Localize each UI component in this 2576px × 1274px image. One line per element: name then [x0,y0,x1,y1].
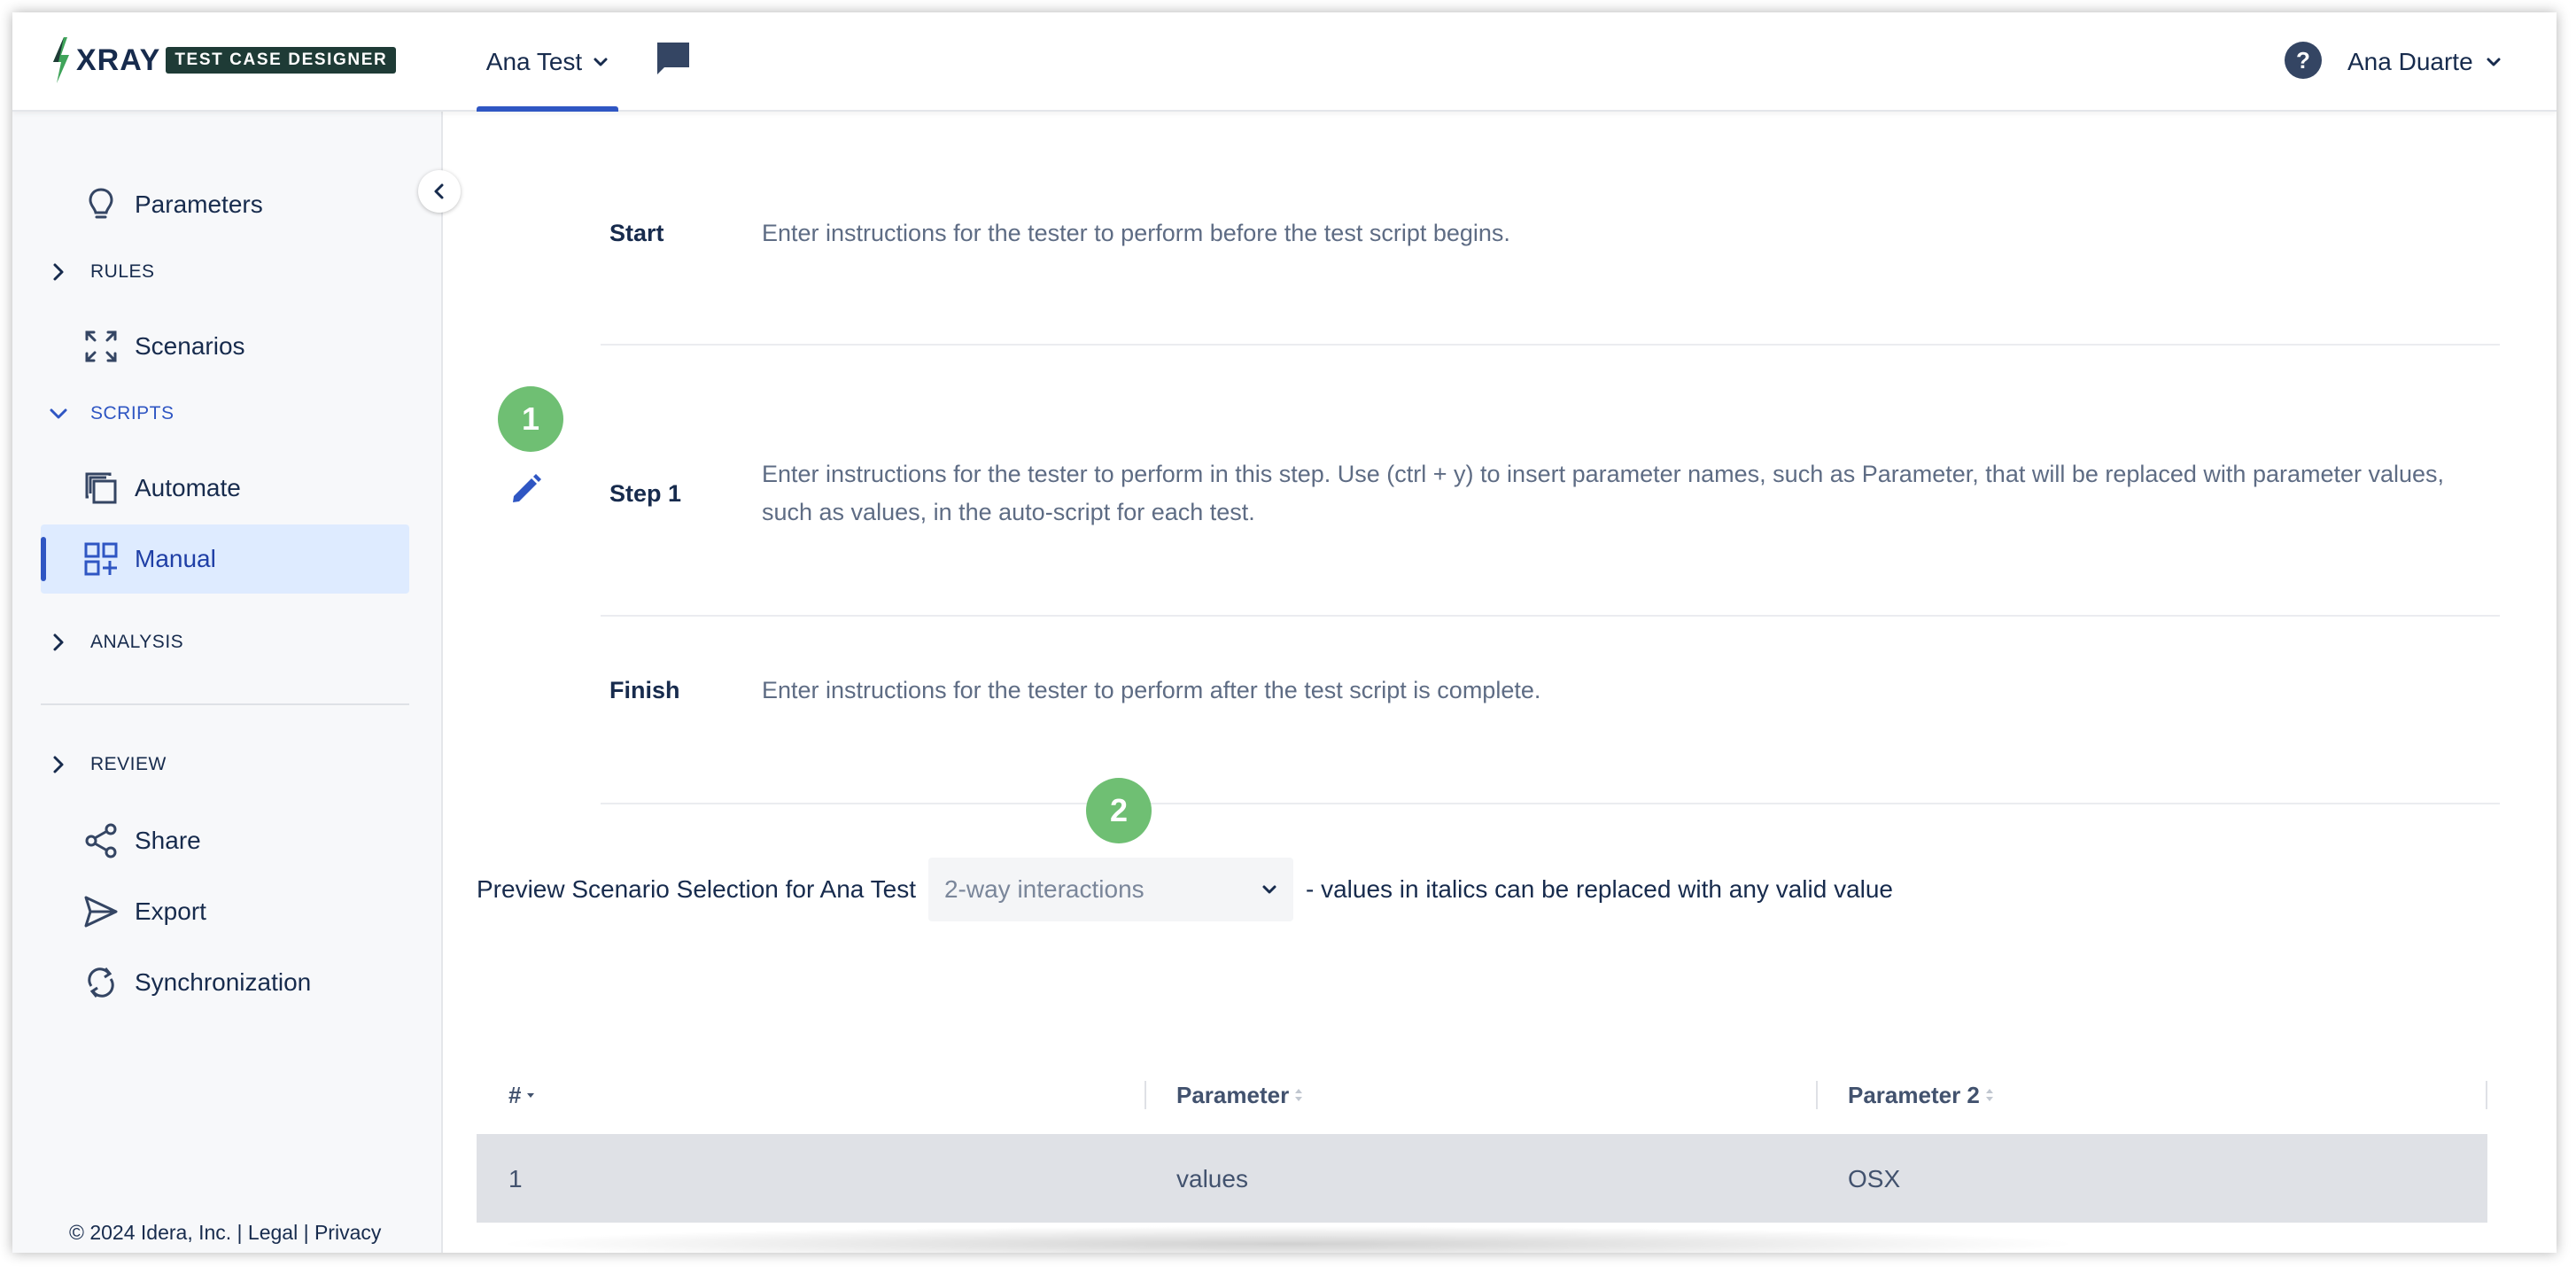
chevron-down-icon [1262,885,1276,894]
main-content: Start Enter instructions for the tester … [445,112,2557,1253]
preview-label: Preview Scenario Selection for Ana Test [477,875,916,903]
column-separator [2486,1081,2487,1109]
user-menu[interactable]: Ana Duarte [2347,12,2502,112]
share-icon [83,823,119,858]
chevron-right-icon [53,633,64,651]
sidebar-item-share[interactable]: Share [41,806,409,875]
sidebar-item-synchronization[interactable]: Synchronization [41,948,409,1017]
select-value: 2-way interactions [943,875,1144,903]
column-separator [1144,1081,1146,1109]
sync-icon [83,965,119,1000]
sort-desc-icon [527,1093,535,1098]
sidebar-item-label: Automate [135,474,241,501]
chevron-down-icon [50,408,67,419]
scenario-table: # Parameter Parameter 2 1 values OSX [477,1054,2487,1223]
table-cell: 1 [508,1165,523,1192]
chevron-right-icon [53,263,64,281]
sidebar-item-export[interactable]: Export [41,877,409,946]
step-row-step-1[interactable]: Step 1 Enter instructions for the tester… [601,346,2500,617]
step-row-start[interactable]: Start Enter instructions for the tester … [601,112,2500,346]
sidebar-item-label: Parameters [135,190,263,218]
collapse-sidebar-button[interactable] [418,170,461,213]
sidebar-divider [41,703,409,705]
top-bar: XRAY TEST CASE DESIGNER Ana Test ? Ana D… [12,12,2557,112]
step-text[interactable]: Enter instructions for the tester to per… [762,455,2489,532]
lightbulb-icon [83,187,119,222]
sidebar-item-label: Export [135,897,206,925]
sidebar-item-label: Synchronization [135,968,312,996]
send-icon [83,894,119,929]
project-name: Ana Test [485,48,583,75]
help-icon[interactable]: ? [2284,41,2323,80]
active-tab-indicator [477,106,618,112]
interaction-strength-select[interactable]: 2-way interactions [927,858,1293,921]
callout-badge-2: 2 [1086,778,1152,843]
step-row-finish[interactable]: Finish Enter instructions for the tester… [601,617,2500,804]
chevron-left-icon [434,183,444,199]
sidebar-item-label: Manual [135,545,216,572]
sidebar-section-label: SCRIPTS [90,403,175,423]
copyright-footer[interactable]: © 2024 Idera, Inc. | Legal | Privacy [69,1221,381,1245]
expand-arrows-icon [83,329,119,364]
sidebar-item-scenarios[interactable]: Scenarios [41,312,409,381]
chat-icon[interactable] [654,39,693,78]
sort-icon [1295,1089,1303,1101]
step-text[interactable]: Enter instructions for the tester to per… [762,214,2489,252]
active-indicator [41,537,46,581]
column-header-parameter-2[interactable]: Parameter 2 [1848,1054,1996,1136]
logo-text: XRAY [76,43,161,77]
column-separator [1816,1081,1818,1109]
chevron-down-icon [594,58,608,66]
table-cell: OSX [1848,1165,1901,1192]
sidebar-section-rules[interactable]: RULES [48,250,155,294]
sidebar-item-parameters[interactable]: Parameters [41,170,409,239]
preview-scenario-row: Preview Scenario Selection for Ana Test … [477,858,1893,921]
sidebar-section-label: ANALYSIS [90,632,184,652]
step-label: Step 1 [609,480,682,507]
project-tab[interactable]: Ana Test [477,12,618,112]
logo-subtitle: TEST CASE DESIGNER [166,47,397,74]
chevron-down-icon [2487,58,2501,66]
sidebar-section-review[interactable]: REVIEW [48,742,167,787]
user-name: Ana Duarte [2347,48,2473,75]
sidebar-item-automate[interactable]: Automate [41,454,409,523]
column-label: # [508,1081,522,1108]
step-text[interactable]: Enter instructions for the tester to per… [762,672,2489,710]
chevron-right-icon [53,756,64,773]
step-label: Start [609,220,664,246]
preview-note: - values in italics can be replaced with… [1305,875,1894,903]
sidebar-section-analysis[interactable]: ANALYSIS [48,620,183,664]
sidebar-section-label: RULES [90,261,155,282]
pencil-icon[interactable] [508,471,544,507]
sidebar-section-scripts[interactable]: SCRIPTS [48,392,175,436]
app-window: XRAY TEST CASE DESIGNER Ana Test ? Ana D… [12,12,2557,1253]
copy-icon [83,470,119,506]
column-header-parameter[interactable]: Parameter [1176,1054,1305,1136]
table-cell: values [1176,1165,1248,1192]
grid-add-icon [83,541,119,577]
sidebar-item-label: Share [135,827,201,854]
sidebar-section-label: REVIEW [90,754,167,774]
table-row[interactable]: 1 values OSX [477,1136,2487,1223]
sort-icon [1985,1089,1993,1101]
callout-badge-1: 1 [498,386,563,452]
lightning-bolt-icon [53,37,69,83]
sidebar: Parameters RULES Scenarios SCRIPTS Autom… [12,112,443,1253]
sidebar-item-manual[interactable]: Manual [41,524,409,594]
xray-logo[interactable]: XRAY TEST CASE DESIGNER [50,35,397,85]
scroll-shadow [491,1226,2085,1253]
sidebar-item-label: Scenarios [135,332,245,360]
step-label: Finish [609,677,680,703]
column-header-number[interactable]: # [508,1054,537,1136]
column-label: Parameter 2 [1848,1081,1980,1108]
table-header: # Parameter Parameter 2 [477,1054,2487,1136]
svg-text:?: ? [2296,47,2310,74]
column-label: Parameter [1176,1081,1290,1108]
